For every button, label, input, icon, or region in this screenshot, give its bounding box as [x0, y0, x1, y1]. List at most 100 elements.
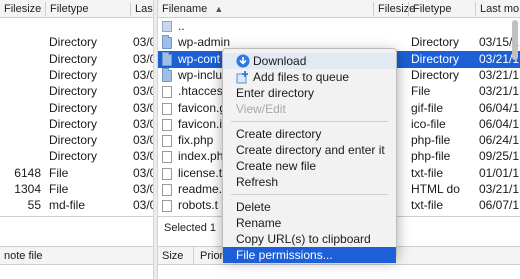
menu-item-rename[interactable]: Rename: [223, 215, 396, 231]
local-file-type: md-file: [49, 198, 86, 213]
local-file-size: [0, 18, 41, 35]
local-file-row[interactable]: 1304 File 03/0: [0, 181, 153, 198]
menu-item-create-directory-and-enter-it[interactable]: Create directory and enter it: [223, 142, 396, 158]
file-icon: [162, 102, 172, 115]
menu-item-label: Add files to queue: [253, 70, 350, 84]
file-icon: [162, 151, 172, 164]
menu-item-label: Rename: [236, 216, 282, 230]
add-to-queue-icon: [236, 70, 250, 84]
remote-file-type: gif-file: [411, 100, 444, 115]
local-file-date: 03/0: [133, 67, 153, 82]
local-file-date: [133, 18, 153, 35]
local-file-list[interactable]: Filesize Filetype Last Directory 03/0 Dire…: [0, 0, 153, 216]
sort-ascending-icon: ▲: [214, 4, 224, 14]
remote-file-type: Directory: [411, 51, 460, 66]
local-file-size: [0, 132, 41, 149]
local-file-type: Directory: [49, 51, 98, 66]
remote-file-type: txt-file: [411, 198, 444, 213]
remote-file-type: Directory: [411, 67, 460, 82]
menu-item-label: Create new file: [236, 159, 317, 173]
remote-status-text: Selected 1: [164, 222, 216, 234]
remote-file-row[interactable]: ..: [158, 18, 520, 35]
file-icon: [162, 200, 172, 213]
queue-col-size[interactable]: Size: [158, 247, 194, 265]
local-file-row[interactable]: Directory 03/0: [0, 67, 153, 84]
menu-item-label: Create directory: [236, 127, 322, 141]
local-file-row[interactable]: Directory 03/0: [0, 148, 153, 165]
download-icon: [236, 54, 250, 68]
local-file-row[interactable]: Directory 03/0: [0, 83, 153, 100]
local-file-size: 6148: [14, 165, 41, 180]
local-file-size: [0, 100, 41, 117]
local-file-date: 03/0: [133, 149, 153, 164]
local-file-type: File: [49, 165, 69, 180]
menu-item-view-edit: View/Edit: [223, 101, 396, 117]
menu-item-enter-directory[interactable]: Enter directory: [223, 85, 396, 101]
menu-item-label: Download: [253, 54, 307, 68]
local-file-date: 03/0: [133, 100, 153, 115]
local-file-size: 55: [27, 198, 41, 213]
folder-icon: [162, 51, 172, 66]
local-file-row[interactable]: Directory 03/0: [0, 116, 153, 133]
menu-item-label: Create directory and enter it: [236, 143, 385, 157]
local-file-row[interactable]: 6148 File 03/0: [0, 165, 153, 182]
local-file-size: [0, 116, 41, 133]
local-col-filesize[interactable]: Filesize: [0, 0, 44, 18]
remote-file-size: [374, 18, 406, 35]
local-file-row[interactable]: Directory 03/0: [0, 132, 153, 149]
local-file-type: [49, 18, 129, 35]
local-file-date: 03/0: [133, 198, 153, 213]
menu-item-copy-url-s-to-clipboard[interactable]: Copy URL(s) to clipboard: [223, 231, 396, 247]
local-file-row[interactable]: [0, 18, 153, 35]
local-file-type: File: [49, 182, 69, 196]
local-file-date: 03/0: [133, 165, 153, 180]
menu-item-create-new-file[interactable]: Create new file: [223, 158, 396, 174]
local-file-row[interactable]: Directory 03/0: [0, 34, 153, 51]
queue-header-left: note file: [0, 246, 153, 279]
local-file-row[interactable]: Directory 03/0: [0, 100, 153, 117]
file-icon: [162, 118, 172, 131]
remote-col-filetype[interactable]: Filetype: [409, 0, 476, 18]
remote-file-type: Directory: [411, 35, 460, 50]
remote-scrollbar[interactable]: [511, 18, 519, 214]
menu-item-refresh[interactable]: Refresh: [223, 174, 396, 190]
menu-item-label: Delete: [236, 200, 271, 214]
menu-item-file-permissions[interactable]: File permissions...: [223, 247, 396, 263]
queue-col-local-file[interactable]: note file: [0, 247, 153, 265]
local-file-size: [0, 83, 41, 100]
local-file-type: Directory: [49, 116, 98, 131]
local-file-type: Directory: [49, 100, 98, 115]
local-file-size: [0, 34, 41, 51]
file-icon: [162, 167, 172, 180]
remote-file-type: php-file: [411, 149, 451, 164]
local-col-last-modified[interactable]: Last: [131, 0, 153, 18]
local-file-row[interactable]: Directory 03/0: [0, 51, 153, 68]
menu-item-label: Enter directory: [236, 86, 315, 100]
menu-item-download[interactable]: Download: [223, 53, 396, 69]
local-file-type: Directory: [49, 149, 98, 164]
local-file-type: Directory: [49, 35, 98, 50]
remote-col-last-modified[interactable]: Last mo: [476, 0, 520, 18]
menu-item-label: Refresh: [236, 175, 279, 189]
menu-separator: [231, 194, 388, 195]
remote-col-filename[interactable]: Filename ▲: [158, 0, 373, 18]
local-file-size: [0, 67, 41, 84]
menu-item-delete[interactable]: Delete: [223, 199, 396, 215]
menu-item-create-directory[interactable]: Create directory: [223, 126, 396, 142]
local-file-row[interactable]: 55 md-file 03/0: [0, 197, 153, 214]
remote-file-type: [411, 18, 473, 35]
local-status-bar: [0, 216, 153, 246]
menu-item-add-files-to-queue[interactable]: Add files to queue: [223, 69, 396, 85]
remote-file-type: File: [411, 84, 431, 99]
remote-col-filename-label: Filename: [162, 3, 208, 15]
menu-item-label: View/Edit: [236, 102, 286, 116]
remote-file-name: ..: [178, 19, 185, 33]
menu-item-label: Copy URL(s) to clipboard: [236, 232, 371, 246]
local-col-filetype[interactable]: Filetype: [46, 0, 130, 18]
file-icon: [162, 86, 172, 99]
context-menu: Download Add files to queue Enter director…: [222, 48, 397, 263]
local-file-date: 03/0: [133, 182, 153, 196]
remote-file-type: ico-file: [411, 116, 446, 131]
local-file-size: 1304: [14, 182, 41, 196]
remote-scrollbar-thumb[interactable]: [512, 20, 518, 60]
